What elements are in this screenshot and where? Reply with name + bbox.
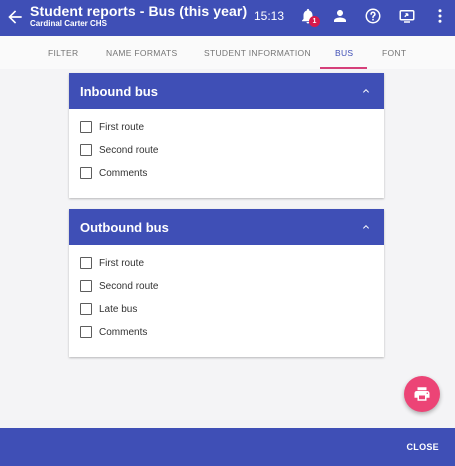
checkbox[interactable] (80, 167, 92, 179)
footer-bar: CLOSE (0, 428, 455, 466)
option-label: Late bus (99, 303, 138, 315)
inbound-second-route-option[interactable]: Second route (80, 143, 159, 157)
inbound-bus-title: Inbound bus (80, 84, 158, 99)
outbound-comments-option[interactable]: Comments (80, 325, 147, 339)
inbound-bus-header[interactable]: Inbound bus (69, 73, 384, 109)
tab-filter[interactable]: FILTER (48, 48, 78, 58)
option-label: Comments (99, 326, 148, 338)
notification-badge: 1 (309, 16, 320, 27)
active-tab-indicator (320, 67, 367, 69)
checkbox[interactable] (80, 280, 92, 292)
outbound-late-bus-option[interactable]: Late bus (80, 302, 137, 316)
screen-share-icon[interactable] (398, 7, 416, 25)
tab-bus[interactable]: BUS (335, 48, 353, 58)
help-icon[interactable] (364, 7, 382, 25)
checkbox[interactable] (80, 326, 92, 338)
inbound-bus-panel: Inbound bus First route Second route Com… (69, 73, 384, 198)
outbound-bus-header[interactable]: Outbound bus (69, 209, 384, 245)
school-name: Cardinal Carter CHS (30, 19, 107, 28)
checkbox[interactable] (80, 303, 92, 315)
option-label: Comments (99, 167, 148, 179)
outbound-bus-title: Outbound bus (80, 220, 169, 235)
option-label: First route (99, 121, 145, 133)
chevron-up-icon[interactable] (360, 221, 372, 233)
print-icon (414, 387, 430, 401)
outbound-bus-panel: Outbound bus First route Second route La… (69, 209, 384, 357)
checkbox[interactable] (80, 121, 92, 133)
clock: 15:13 (254, 9, 285, 23)
tab-name-formats[interactable]: NAME FORMATS (106, 48, 177, 58)
inbound-comments-option[interactable]: Comments (80, 166, 147, 180)
tab-bar: FILTER NAME FORMATS STUDENT INFORMATION … (0, 36, 455, 69)
checkbox[interactable] (80, 144, 92, 156)
close-button[interactable]: CLOSE (406, 442, 439, 452)
chevron-up-icon[interactable] (360, 85, 372, 97)
inbound-first-route-option[interactable]: First route (80, 120, 144, 134)
option-label: First route (99, 257, 145, 269)
option-label: Second route (99, 280, 159, 292)
outbound-first-route-option[interactable]: First route (80, 256, 144, 270)
tab-font[interactable]: FONT (382, 48, 406, 58)
person-icon[interactable] (331, 7, 349, 25)
option-label: Second route (99, 144, 159, 156)
checkbox[interactable] (80, 257, 92, 269)
back-arrow-icon[interactable] (5, 7, 25, 27)
tab-student-information[interactable]: STUDENT INFORMATION (204, 48, 311, 58)
print-button[interactable] (404, 376, 440, 412)
page-title: Student reports - Bus (this year) (30, 3, 248, 19)
more-vert-icon[interactable] (431, 7, 449, 25)
outbound-second-route-option[interactable]: Second route (80, 279, 159, 293)
app-bar: Student reports - Bus (this year) Cardin… (0, 0, 455, 36)
